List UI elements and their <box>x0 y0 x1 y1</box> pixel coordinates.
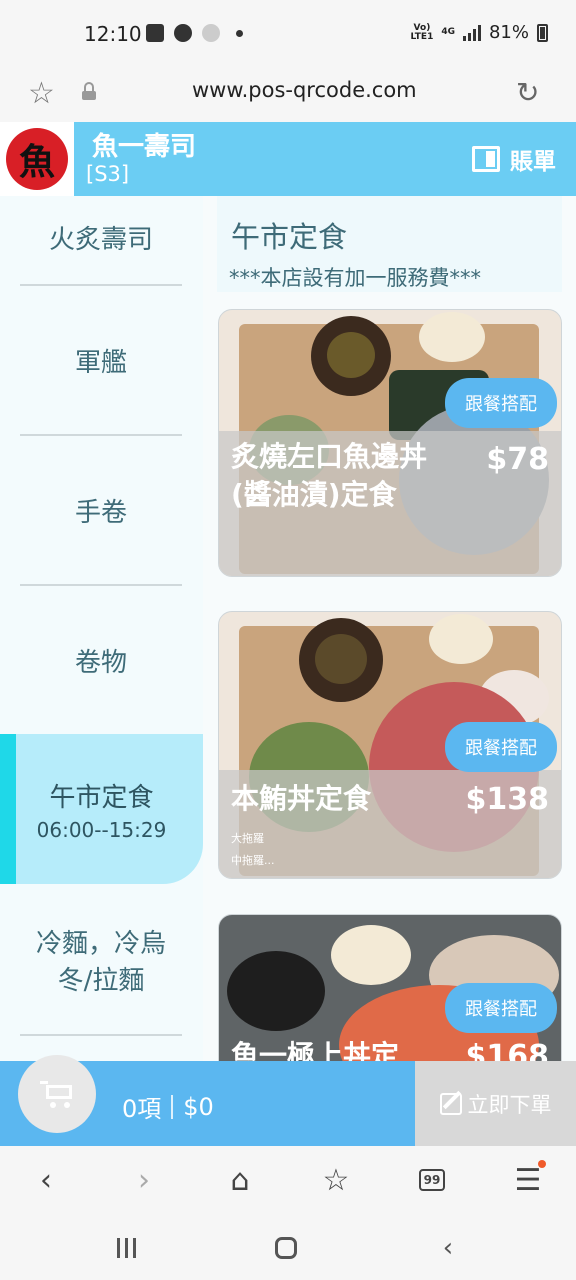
browser-bottom-nav: ‹ › ⌂ ☆ 99 ☰ <box>0 1146 576 1214</box>
sidebar-item-handroll[interactable]: 手卷 <box>20 436 182 586</box>
dish-option: 中拖羅... <box>231 854 275 867</box>
menu-icon[interactable]: ☰ <box>508 1160 548 1200</box>
tabs-count: 99 <box>419 1169 445 1191</box>
lock-icon[interactable] <box>82 82 96 100</box>
category-title: 午市定食 <box>231 220 348 254</box>
system-back-icon[interactable]: ‹ <box>428 1228 468 1268</box>
sidebar-item-label: 冷麵，冷烏冬/拉麵 <box>35 929 166 996</box>
edit-icon <box>439 1092 462 1115</box>
dish-name: 魚一極上丼定 <box>231 1039 400 1061</box>
sidebar-item-gunkan[interactable]: 軍艦 <box>20 286 182 436</box>
service-charge-note: ***本店設有加一服務費*** <box>229 266 481 290</box>
image-notification-icon <box>146 24 164 42</box>
notification-icons <box>146 24 243 42</box>
app-notification-icon <box>202 24 220 42</box>
cart-bar: 0項 $0 立即下單 <box>0 1055 576 1146</box>
bookmarks-icon[interactable]: ☆ <box>316 1160 356 1200</box>
home-icon[interactable]: ⌂ <box>220 1160 260 1200</box>
cart-total: $0 <box>183 1092 214 1121</box>
back-icon[interactable]: ‹ <box>26 1160 66 1200</box>
logo-mark: 魚 <box>6 128 68 190</box>
bill-button[interactable]: 賬單 <box>472 142 556 176</box>
network-type-icon: 4G <box>441 27 455 37</box>
tabs-icon[interactable]: 99 <box>412 1160 452 1200</box>
dish-card[interactable]: 跟餐搭配 魚一極上丼定 $168 <box>218 914 562 1061</box>
cart-summary: 0項 $0 <box>122 1089 214 1124</box>
sidebar-item-lunch-set[interactable]: 午市定食 06:00--15:29 <box>0 734 203 884</box>
battery-icon <box>537 23 548 42</box>
dish-price: $168 <box>465 1039 550 1061</box>
cart-count: 0項 <box>122 1095 162 1123</box>
set-combo-button[interactable]: 跟餐搭配 <box>445 722 557 772</box>
dish-card[interactable]: 跟餐搭配 炙燒左口魚邊丼(醬油漬)定食 $78 <box>218 309 562 577</box>
sidebar-item-maki[interactable]: 卷物 <box>20 586 182 736</box>
bill-icon <box>472 146 500 172</box>
dish-price: $78 <box>486 442 549 477</box>
sidebar-item-flame-sushi[interactable]: 火炙壽司 <box>20 196 182 286</box>
dish-option: 大拖羅 <box>231 832 264 845</box>
more-notifications-icon <box>236 29 243 37</box>
forward-icon[interactable]: › <box>124 1160 164 1200</box>
sidebar-item-cold-noodles[interactable]: 冷麵，冷烏冬/拉麵 <box>20 886 182 1036</box>
bill-label: 賬單 <box>510 149 556 175</box>
sidebar-item-label: 卷物 <box>74 647 127 678</box>
star-icon[interactable]: ☆ <box>28 76 55 111</box>
signal-icon <box>462 24 481 41</box>
browser-url-bar: ☆ www.pos-qrcode.com ↻ <box>0 68 576 122</box>
dish-name: 本鮪丼定食 <box>231 782 372 815</box>
recents-icon[interactable] <box>106 1228 146 1268</box>
status-right: Vo) LTE1 4G 81% <box>411 22 548 43</box>
order-now-button[interactable]: 立即下單 <box>415 1061 576 1146</box>
shop-logo: 魚 <box>0 122 74 196</box>
volte-icon: Vo) LTE1 <box>410 22 434 42</box>
sidebar-item-label: 軍艦 <box>74 347 127 378</box>
table-number: [S3] <box>86 162 130 186</box>
sidebar-item-label: 午市定食 <box>49 782 154 813</box>
set-combo-button[interactable]: 跟餐搭配 <box>445 378 557 428</box>
status-time: 12:10 <box>84 22 142 46</box>
sidebar-item-label: 手卷 <box>74 497 127 528</box>
notification-dot <box>538 1160 546 1168</box>
order-label: 立即下單 <box>467 1092 552 1117</box>
battery-percent: 81% <box>488 22 529 43</box>
system-home-icon[interactable] <box>266 1228 306 1268</box>
dish-card[interactable]: 跟餐搭配 本鮪丼定食 $138 大拖羅 中拖羅... <box>218 611 562 879</box>
sidebar-item-label: 火炙壽司 <box>48 224 153 255</box>
category-sidebar: 火炙壽司 軍艦 手卷 卷物 午市定食 06:00--15:29 冷麵，冷烏冬/拉… <box>0 196 203 1061</box>
status-bar: 12:10 Vo) LTE1 4G 81% <box>0 0 576 68</box>
reload-icon[interactable]: ↻ <box>516 76 539 109</box>
dish-name: 炙燒左口魚邊丼(醬油漬)定食 <box>231 440 428 511</box>
menu-list: 午市定食 ***本店設有加一服務費*** 跟餐搭配 炙燒左口魚邊丼(醬油漬)定食… <box>203 196 576 1061</box>
sidebar-item-hours: 06:00--15:29 <box>36 817 167 842</box>
system-nav-bar: ‹ <box>0 1214 576 1280</box>
cart-divider <box>171 1094 174 1119</box>
cart-icon <box>40 1079 74 1109</box>
shop-name: 魚一壽司 <box>92 132 197 162</box>
cart-button[interactable] <box>18 1055 96 1133</box>
dish-price: $138 <box>465 782 550 817</box>
url-text[interactable]: www.pos-qrcode.com <box>192 78 417 102</box>
browser-notification-icon <box>174 24 192 42</box>
category-header: 午市定食 ***本店設有加一服務費*** <box>217 196 562 292</box>
app-header: 魚 魚一壽司 [S3] 賬單 <box>0 122 576 196</box>
set-combo-button[interactable]: 跟餐搭配 <box>445 983 557 1033</box>
